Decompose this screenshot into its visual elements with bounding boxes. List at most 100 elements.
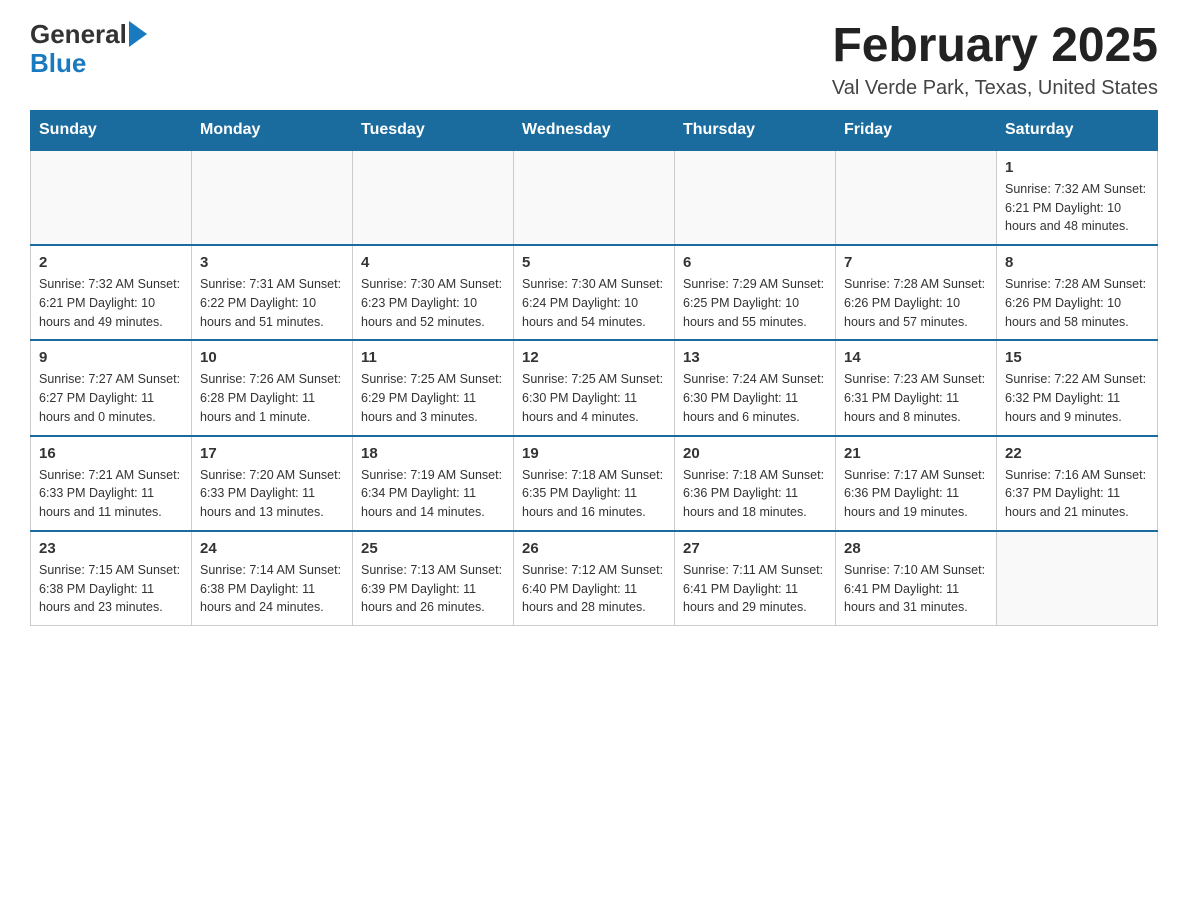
month-title: February 2025 [832,20,1158,73]
calendar-cell: 19 Sunrise: 7:18 AM Sunset: 6:35 PM Dayli… [514,436,675,531]
calendar-cell: 6 Sunrise: 7:29 AM Sunset: 6:25 PM Daylig… [675,245,836,340]
day-info: Sunrise: 7:28 AM Sunset: 6:26 PM Dayligh… [1005,275,1149,331]
calendar-table: SundayMondayTuesdayWednesdayThursdayFrid… [30,110,1158,626]
day-number: 5 [522,254,666,271]
day-number: 10 [200,349,344,366]
day-number: 9 [39,349,183,366]
calendar-week-1: 1 Sunrise: 7:32 AM Sunset: 6:21 PM Daylig… [31,150,1158,245]
calendar-cell: 23 Sunrise: 7:15 AM Sunset: 6:38 PM Dayli… [31,531,192,626]
calendar-cell: 5 Sunrise: 7:30 AM Sunset: 6:24 PM Daylig… [514,245,675,340]
day-info: Sunrise: 7:11 AM Sunset: 6:41 PM Dayligh… [683,561,827,617]
day-number: 24 [200,540,344,557]
day-info: Sunrise: 7:30 AM Sunset: 6:24 PM Dayligh… [522,275,666,331]
day-number: 19 [522,445,666,462]
calendar-cell: 4Sunrise: 7:30 AM Sunset: 6:23 PM Daylig… [353,245,514,340]
weekday-header-row: SundayMondayTuesdayWednesdayThursdayFrid… [31,110,1158,150]
day-info: Sunrise: 7:28 AM Sunset: 6:26 PM Dayligh… [844,275,988,331]
day-number: 21 [844,445,988,462]
day-number: 15 [1005,349,1149,366]
day-info: Sunrise: 7:17 AM Sunset: 6:36 PM Dayligh… [844,466,988,522]
calendar-cell: 16 Sunrise: 7:21 AM Sunset: 6:33 PM Dayli… [31,436,192,531]
calendar-cell: 17Sunrise: 7:20 AM Sunset: 6:33 PM Dayli… [192,436,353,531]
day-number: 16 [39,445,183,462]
calendar-week-2: 2Sunrise: 7:32 AM Sunset: 6:21 PM Daylig… [31,245,1158,340]
logo-blue-text: Blue [30,48,86,78]
day-number: 23 [39,540,183,557]
day-info: Sunrise: 7:26 AM Sunset: 6:28 PM Dayligh… [200,370,344,426]
calendar-cell [192,150,353,245]
day-info: Sunrise: 7:13 AM Sunset: 6:39 PM Dayligh… [361,561,505,617]
day-info: Sunrise: 7:16 AM Sunset: 6:37 PM Dayligh… [1005,466,1149,522]
weekday-header-sunday: Sunday [31,110,192,150]
calendar-cell [514,150,675,245]
day-number: 8 [1005,254,1149,271]
day-number: 6 [683,254,827,271]
calendar-week-3: 9 Sunrise: 7:27 AM Sunset: 6:27 PM Daylig… [31,340,1158,435]
day-number: 25 [361,540,505,557]
calendar-cell: 2Sunrise: 7:32 AM Sunset: 6:21 PM Daylig… [31,245,192,340]
day-number: 27 [683,540,827,557]
calendar-body: 1 Sunrise: 7:32 AM Sunset: 6:21 PM Daylig… [31,150,1158,626]
day-info: Sunrise: 7:24 AM Sunset: 6:30 PM Dayligh… [683,370,827,426]
day-info: Sunrise: 7:31 AM Sunset: 6:22 PM Dayligh… [200,275,344,331]
calendar-cell: 10 Sunrise: 7:26 AM Sunset: 6:28 PM Dayli… [192,340,353,435]
calendar-cell: 9 Sunrise: 7:27 AM Sunset: 6:27 PM Daylig… [31,340,192,435]
day-info: Sunrise: 7:23 AM Sunset: 6:31 PM Dayligh… [844,370,988,426]
calendar-cell: 13 Sunrise: 7:24 AM Sunset: 6:30 PM Dayli… [675,340,836,435]
calendar-cell [997,531,1158,626]
page-header: General Blue February 2025 Val Verde Par… [30,20,1158,100]
day-number: 28 [844,540,988,557]
day-number: 20 [683,445,827,462]
calendar-week-4: 16 Sunrise: 7:21 AM Sunset: 6:33 PM Dayli… [31,436,1158,531]
day-number: 17 [200,445,344,462]
day-number: 1 [1005,159,1149,176]
day-info: Sunrise: 7:32 AM Sunset: 6:21 PM Dayligh… [39,275,183,331]
day-number: 26 [522,540,666,557]
day-number: 13 [683,349,827,366]
day-info: Sunrise: 7:18 AM Sunset: 6:35 PM Dayligh… [522,466,666,522]
day-info: Sunrise: 7:15 AM Sunset: 6:38 PM Dayligh… [39,561,183,617]
calendar-cell: 22 Sunrise: 7:16 AM Sunset: 6:37 PM Dayli… [997,436,1158,531]
calendar-cell: 28 Sunrise: 7:10 AM Sunset: 6:41 PM Dayli… [836,531,997,626]
day-info: Sunrise: 7:19 AM Sunset: 6:34 PM Dayligh… [361,466,505,522]
weekday-header-friday: Friday [836,110,997,150]
calendar-cell: 11Sunrise: 7:25 AM Sunset: 6:29 PM Dayli… [353,340,514,435]
calendar-cell [836,150,997,245]
calendar-header: SundayMondayTuesdayWednesdayThursdayFrid… [31,110,1158,150]
day-info: Sunrise: 7:27 AM Sunset: 6:27 PM Dayligh… [39,370,183,426]
calendar-cell: 8 Sunrise: 7:28 AM Sunset: 6:26 PM Daylig… [997,245,1158,340]
day-info: Sunrise: 7:22 AM Sunset: 6:32 PM Dayligh… [1005,370,1149,426]
calendar-cell: 26 Sunrise: 7:12 AM Sunset: 6:40 PM Dayli… [514,531,675,626]
logo: General Blue [30,20,147,77]
day-info: Sunrise: 7:29 AM Sunset: 6:25 PM Dayligh… [683,275,827,331]
weekday-header-tuesday: Tuesday [353,110,514,150]
day-info: Sunrise: 7:30 AM Sunset: 6:23 PM Dayligh… [361,275,505,331]
calendar-cell: 15 Sunrise: 7:22 AM Sunset: 6:32 PM Dayli… [997,340,1158,435]
title-section: February 2025 Val Verde Park, Texas, Uni… [832,20,1158,100]
weekday-header-thursday: Thursday [675,110,836,150]
weekday-header-wednesday: Wednesday [514,110,675,150]
calendar-cell: 3Sunrise: 7:31 AM Sunset: 6:22 PM Daylig… [192,245,353,340]
weekday-header-monday: Monday [192,110,353,150]
calendar-cell [675,150,836,245]
day-number: 7 [844,254,988,271]
calendar-cell: 18Sunrise: 7:19 AM Sunset: 6:34 PM Dayli… [353,436,514,531]
day-info: Sunrise: 7:14 AM Sunset: 6:38 PM Dayligh… [200,561,344,617]
calendar-week-5: 23 Sunrise: 7:15 AM Sunset: 6:38 PM Dayli… [31,531,1158,626]
day-info: Sunrise: 7:10 AM Sunset: 6:41 PM Dayligh… [844,561,988,617]
calendar-cell: 24 Sunrise: 7:14 AM Sunset: 6:38 PM Dayli… [192,531,353,626]
location-subtitle: Val Verde Park, Texas, United States [832,77,1158,100]
calendar-cell: 1 Sunrise: 7:32 AM Sunset: 6:21 PM Daylig… [997,150,1158,245]
calendar-cell: 27 Sunrise: 7:11 AM Sunset: 6:41 PM Dayli… [675,531,836,626]
day-info: Sunrise: 7:12 AM Sunset: 6:40 PM Dayligh… [522,561,666,617]
calendar-cell: 7 Sunrise: 7:28 AM Sunset: 6:26 PM Daylig… [836,245,997,340]
day-number: 22 [1005,445,1149,462]
day-info: Sunrise: 7:21 AM Sunset: 6:33 PM Dayligh… [39,466,183,522]
day-number: 11 [361,349,505,366]
calendar-cell: 14Sunrise: 7:23 AM Sunset: 6:31 PM Dayli… [836,340,997,435]
day-info: Sunrise: 7:32 AM Sunset: 6:21 PM Dayligh… [1005,180,1149,236]
calendar-cell: 20Sunrise: 7:18 AM Sunset: 6:36 PM Dayli… [675,436,836,531]
day-number: 12 [522,349,666,366]
calendar-cell: 12Sunrise: 7:25 AM Sunset: 6:30 PM Dayli… [514,340,675,435]
calendar-cell [353,150,514,245]
